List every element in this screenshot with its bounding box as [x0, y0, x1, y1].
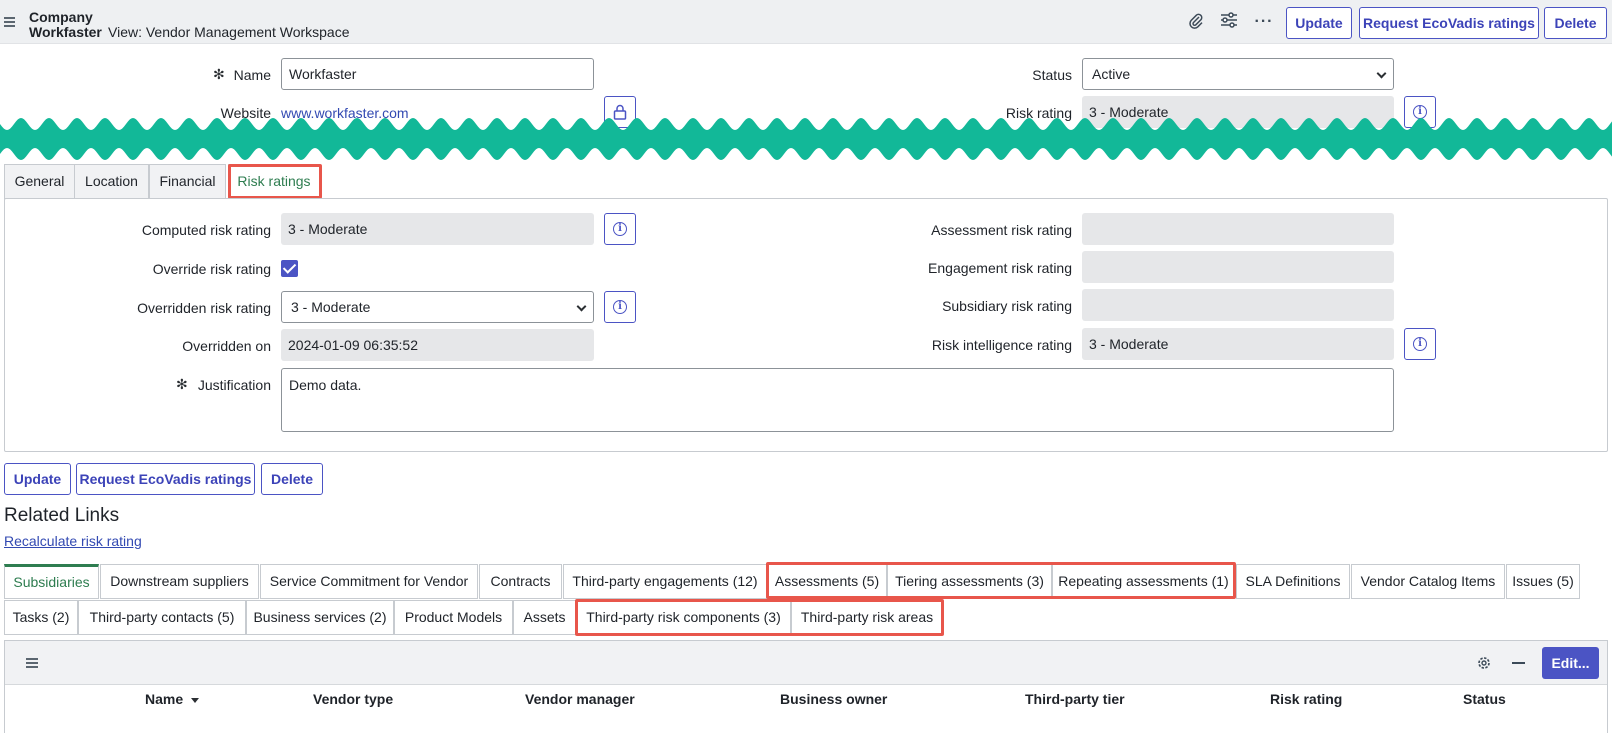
related-tab-business-services[interactable]: Business services (2)	[246, 600, 394, 635]
list-toolbar: Edit...	[5, 641, 1607, 685]
column-risk-rating[interactable]: Risk rating	[1270, 691, 1342, 707]
tab-risk-ratings[interactable]: Risk ratings	[228, 164, 320, 199]
minimize-icon[interactable]	[1512, 662, 1525, 664]
request-ecovadis-button[interactable]: Request EcoVadis ratings	[1359, 7, 1539, 39]
related-tab-assessments[interactable]: Assessments (5)	[767, 564, 887, 599]
overridden-on-field: 2024-01-09 06:35:52	[281, 329, 594, 361]
overridden-on-label: Overridden on	[182, 338, 271, 354]
info-icon: i	[613, 222, 627, 236]
risk-intel-info-button[interactable]: i	[1404, 328, 1436, 360]
related-tab-tiering-assessments[interactable]: Tiering assessments (3)	[887, 564, 1052, 599]
column-vendor-manager[interactable]: Vendor manager	[525, 691, 635, 707]
justification-label: Justification	[197, 377, 271, 393]
risk-intel-label: Risk intelligence rating	[931, 337, 1072, 353]
more-icon[interactable]: ···	[1254, 12, 1274, 32]
tab-location[interactable]: Location	[74, 164, 149, 199]
overridden-risk-label: Overridden risk rating	[137, 300, 271, 316]
wave-divider	[0, 118, 1612, 160]
form-header: Company Workfaster View: Vendor Manageme…	[0, 0, 1612, 44]
override-risk-checkbox[interactable]	[281, 260, 298, 277]
column-business-owner[interactable]: Business owner	[780, 691, 887, 707]
required-icon: ✻	[176, 376, 188, 392]
name-label: Name	[233, 67, 271, 83]
justification-textarea[interactable]: Demo data.	[281, 368, 1394, 432]
update-button[interactable]: Update	[1286, 7, 1352, 39]
engagement-risk-field	[1082, 251, 1394, 283]
recalculate-risk-link[interactable]: Recalculate risk rating	[4, 533, 142, 549]
related-tab-contracts[interactable]: Contracts	[479, 564, 562, 599]
list-menu-icon[interactable]	[26, 658, 38, 668]
chevron-down-icon	[1376, 68, 1387, 79]
request-ecovadis-button-bottom[interactable]: Request EcoVadis ratings	[76, 463, 255, 495]
related-tab-risk-components[interactable]: Third-party risk components (3)	[576, 600, 791, 635]
tab-financial[interactable]: Financial	[149, 164, 226, 199]
related-tab-downstream-suppliers[interactable]: Downstream suppliers	[100, 564, 259, 599]
assessment-risk-field	[1082, 213, 1394, 245]
column-name-label: Name	[145, 691, 184, 707]
related-tab-assets[interactable]: Assets	[513, 600, 576, 635]
related-tab-sla-definitions[interactable]: SLA Definitions	[1236, 564, 1350, 599]
related-tab-subsidiaries[interactable]: Subsidiaries	[4, 564, 99, 599]
info-icon: i	[613, 300, 627, 314]
paperclip-icon[interactable]	[1186, 12, 1206, 32]
info-icon: i	[1413, 337, 1427, 351]
related-tab-tasks[interactable]: Tasks (2)	[4, 600, 78, 635]
related-list-panel: Edit...	[4, 640, 1608, 733]
computed-risk-field: 3 - Moderate	[281, 213, 594, 245]
update-button-bottom[interactable]: Update	[4, 463, 71, 495]
related-tab-issues[interactable]: Issues (5)	[1506, 564, 1580, 599]
column-third-party-tier[interactable]: Third-party tier	[1025, 691, 1125, 707]
related-tab-repeating-assessments[interactable]: Repeating assessments (1)	[1052, 564, 1235, 599]
engagement-risk-label: Engagement risk rating	[928, 260, 1072, 276]
delete-button[interactable]: Delete	[1544, 7, 1607, 39]
overridden-risk-select[interactable]: 3 - Moderate	[281, 291, 594, 323]
related-tab-service-commitment[interactable]: Service Commitment for Vendor	[260, 564, 478, 599]
related-links-title: Related Links	[4, 505, 120, 526]
view-label: View: Vendor Management Workspace	[108, 24, 350, 40]
related-tab-contacts[interactable]: Third-party contacts (5)	[78, 600, 246, 635]
column-status[interactable]: Status	[1463, 691, 1506, 707]
gear-icon[interactable]	[1476, 655, 1492, 674]
sliders-icon[interactable]	[1219, 12, 1239, 32]
status-label: Status	[1032, 67, 1072, 83]
overridden-risk-info-button[interactable]: i	[604, 291, 636, 323]
related-tab-product-models[interactable]: Product Models	[394, 600, 513, 635]
chevron-down-icon	[576, 301, 587, 312]
record-name: Workfaster	[29, 24, 102, 40]
record-type: Company	[29, 9, 93, 25]
override-risk-label: Override risk rating	[152, 261, 271, 277]
delete-button-bottom[interactable]: Delete	[261, 463, 323, 495]
related-tab-engagements[interactable]: Third-party engagements (12)	[563, 564, 767, 599]
computed-risk-info-button[interactable]: i	[604, 213, 636, 245]
hamburger-menu-icon[interactable]	[4, 17, 15, 27]
assessment-risk-label: Assessment risk rating	[931, 222, 1072, 238]
computed-risk-label: Computed risk rating	[141, 222, 271, 238]
risk-intel-field: 3 - Moderate	[1082, 328, 1394, 360]
related-tab-vendor-catalog[interactable]: Vendor Catalog Items	[1351, 564, 1505, 599]
sort-desc-icon	[191, 697, 200, 703]
related-tab-risk-areas[interactable]: Third-party risk areas	[791, 600, 943, 635]
name-input[interactable]: Workfaster	[281, 58, 594, 90]
edit-button[interactable]: Edit...	[1542, 647, 1599, 679]
status-select[interactable]: Active	[1082, 58, 1394, 90]
tab-general[interactable]: General	[4, 164, 75, 199]
column-name[interactable]: Name	[145, 691, 200, 707]
overridden-risk-value: 3 - Moderate	[291, 299, 371, 315]
subsidiary-risk-field	[1082, 289, 1394, 321]
subsidiary-risk-label: Subsidiary risk rating	[942, 298, 1072, 314]
status-value: Active	[1092, 66, 1131, 82]
column-vendor-type[interactable]: Vendor type	[313, 691, 393, 707]
